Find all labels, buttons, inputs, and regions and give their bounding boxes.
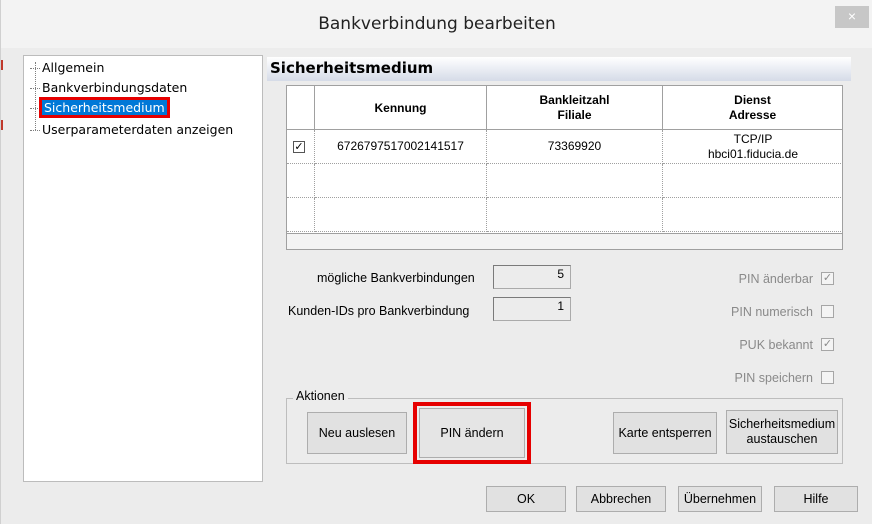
abbrechen-button[interactable]: Abbrechen <box>576 486 666 512</box>
moegliche-bankverbindungen-label: mögliche Bankverbindungen <box>317 271 475 285</box>
horizontal-scrollbar[interactable] <box>287 233 842 249</box>
column-header-check <box>287 86 315 130</box>
close-button[interactable]: × <box>835 6 869 28</box>
column-header-dienst[interactable]: Dienst Adresse <box>663 86 843 130</box>
tree-connector <box>30 68 40 69</box>
tree-item-allgemein[interactable]: Allgemein <box>30 60 104 76</box>
table-cell-dienst[interactable]: TCP/IP hbci01.fiducia.de <box>663 130 843 164</box>
table-cell-empty[interactable] <box>663 164 843 198</box>
pin-aendern-button[interactable]: PIN ändern <box>413 402 531 464</box>
table-cell-empty[interactable] <box>315 164 487 198</box>
sicherheitsmedium-austauschen-button[interactable]: Sicherheitsmedium austauschen <box>726 410 838 454</box>
option-puk-bekannt-label: PUK bekannt <box>739 338 813 352</box>
tree-item-bankverbindungsdaten[interactable]: Bankverbindungsdaten <box>30 80 187 96</box>
tree-item-label: Allgemein <box>42 60 105 75</box>
checkmark-icon: ✓ <box>822 272 833 284</box>
security-media-table[interactable]: Kennung Bankleitzahl Filiale Dienst Adre… <box>286 85 843 250</box>
table-cell-check <box>287 130 315 164</box>
cell-line: hbci01.fiducia.de <box>707 146 799 161</box>
close-icon: × <box>847 8 857 24</box>
tree-item-label-selected: Sicherheitsmedium <box>39 97 170 118</box>
table-cell-kennung[interactable]: 6726797517002141517 <box>315 130 487 164</box>
tree-item-userparameterdaten[interactable]: Userparameterdaten anzeigen <box>30 122 233 138</box>
option-pin-speichern-checkbox <box>821 371 834 384</box>
option-puk-bekannt-checkbox: ✓ <box>821 338 834 351</box>
table-cell-empty[interactable] <box>287 198 315 232</box>
option-pin-aenderbar-label: PIN änderbar <box>738 272 813 286</box>
header-line: Adresse <box>728 108 777 122</box>
kunden-ids-field: 1 <box>493 297 571 321</box>
tree-connector <box>30 130 40 131</box>
header-line: Bankleitzahl <box>539 93 610 107</box>
button-line: austauschen <box>746 432 818 446</box>
background-edge-mark <box>1 60 3 70</box>
karte-entsperren-button[interactable]: Karte entsperren <box>613 412 717 454</box>
button-line: Sicherheitsmedium <box>728 417 836 431</box>
option-pin-numerisch-label: PIN numerisch <box>731 305 813 319</box>
dialog-window: Bankverbindung bearbeiten × Allgemein Ba… <box>0 0 872 524</box>
window-title: Bankverbindung bearbeiten <box>318 14 556 34</box>
cell-line: TCP/IP <box>733 131 773 146</box>
option-pin-aenderbar-checkbox: ✓ <box>821 272 834 285</box>
background-edge-mark <box>1 120 3 130</box>
header-line: Filiale <box>557 108 592 122</box>
checkmark-icon: ✓ <box>822 338 833 350</box>
option-pin-numerisch-checkbox <box>821 305 834 318</box>
section-header: Sicherheitsmedium <box>267 57 851 81</box>
option-pin-speichern-label: PIN speichern <box>734 371 813 385</box>
hilfe-button[interactable]: Hilfe <box>774 486 858 512</box>
actions-group-title: Aktionen <box>293 389 348 403</box>
tree-item-label: Bankverbindungsdaten <box>42 80 188 95</box>
tree-connector <box>30 88 40 89</box>
neu-auslesen-button[interactable]: Neu auslesen <box>307 412 407 454</box>
moegliche-bankverbindungen-field: 5 <box>493 265 571 289</box>
kunden-ids-label: Kunden-IDs pro Bankverbindung <box>288 304 470 318</box>
navigation-tree[interactable]: Allgemein Bankverbindungsdaten Sicherhei… <box>23 55 263 482</box>
table-cell-empty[interactable] <box>663 198 843 232</box>
table-header: Kennung Bankleitzahl Filiale Dienst Adre… <box>287 86 843 130</box>
table-cell-empty[interactable] <box>487 198 663 232</box>
header-line: Dienst <box>734 93 771 107</box>
table-cell-empty[interactable] <box>287 164 315 198</box>
table-cell-blz[interactable]: 73369920 <box>487 130 663 164</box>
table-cell-empty[interactable] <box>315 198 487 232</box>
table-cell-empty[interactable] <box>487 164 663 198</box>
tree-connector <box>30 108 40 109</box>
uebernehmen-button[interactable]: Übernehmen <box>678 486 762 512</box>
column-header-bankleitzahl[interactable]: Bankleitzahl Filiale <box>487 86 663 130</box>
tree-item-label: Userparameterdaten anzeigen <box>42 122 234 137</box>
tree-item-sicherheitsmedium[interactable]: Sicherheitsmedium <box>30 97 170 118</box>
ok-button[interactable]: OK <box>486 486 566 512</box>
title-bar[interactable]: Bankverbindung bearbeiten × <box>1 0 872 48</box>
column-header-kennung[interactable]: Kennung <box>315 86 487 130</box>
